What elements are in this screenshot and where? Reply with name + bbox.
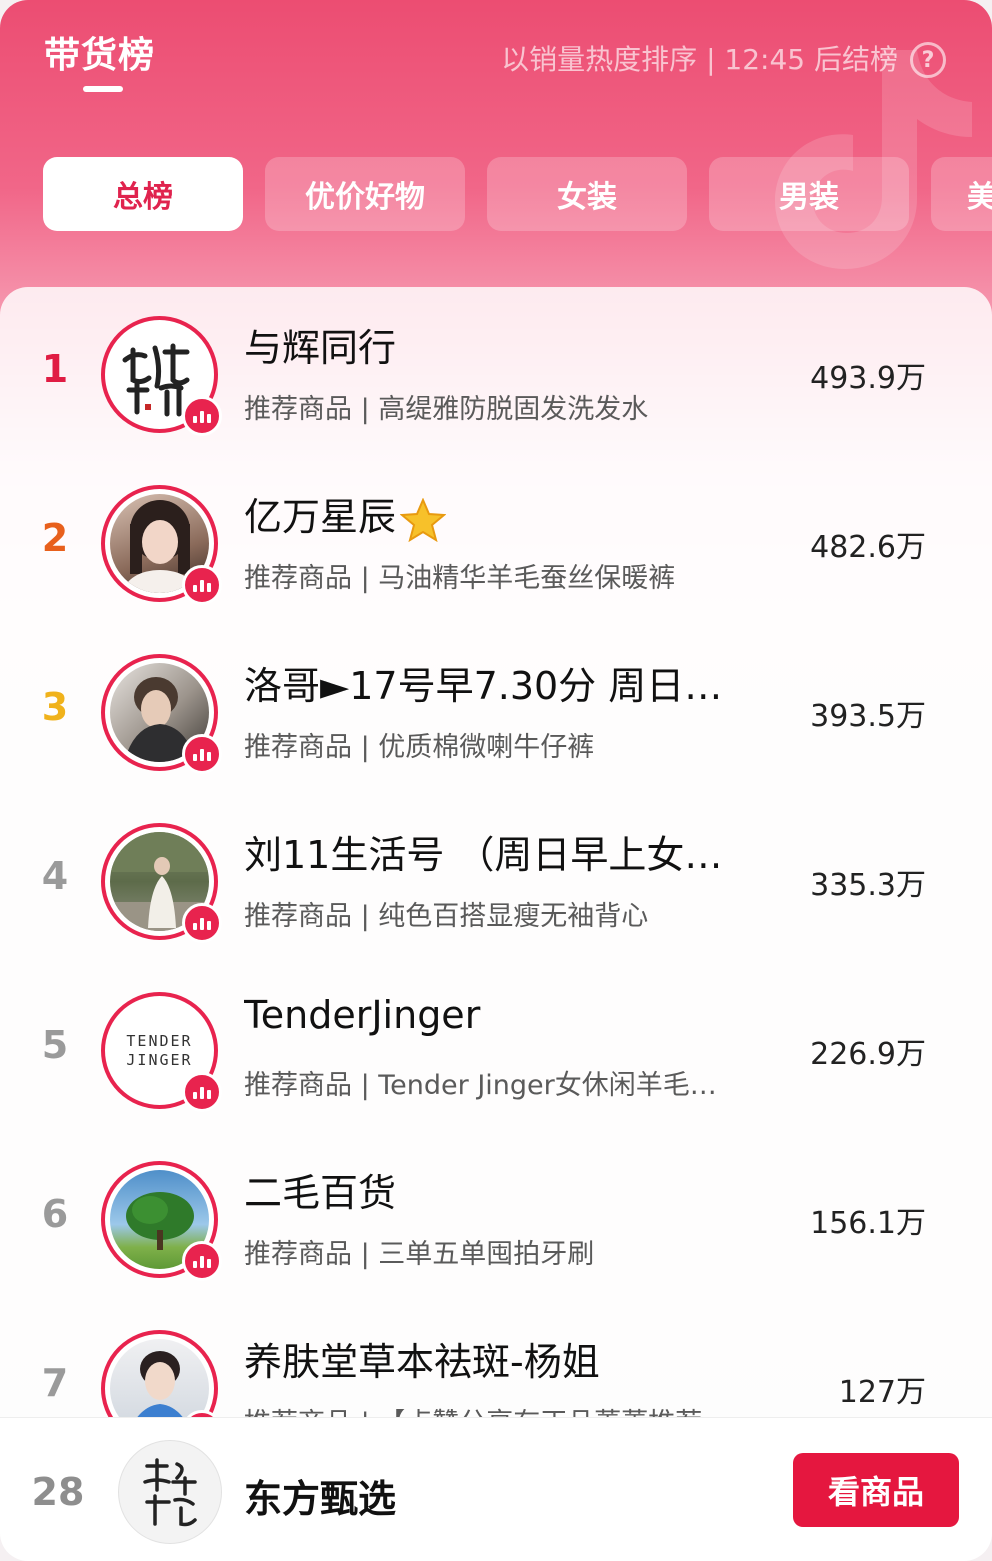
live-indicator-icon	[182, 734, 222, 774]
tab-beauty[interactable]: 美	[931, 157, 992, 231]
streamer-name[interactable]: 养肤堂草本祛斑-杨姐	[244, 1331, 744, 1386]
view-products-button[interactable]: 看商品	[793, 1453, 959, 1527]
sales-value: 493.9万	[810, 361, 926, 396]
ranking-list: 1 与辉同行 推荐商品 | 高缇雅防脱固发洗发水 493.9万 2 亿万星辰 推…	[0, 287, 992, 1417]
tab-value-goods[interactable]: 优价好物	[265, 157, 465, 231]
list-item[interactable]: 2 亿万星辰 推荐商品 | 马油精华羊毛蚕丝保暖裤 482.6万	[0, 456, 992, 625]
page-title: 带货榜	[44, 35, 156, 76]
tab-womens[interactable]: 女装	[487, 157, 687, 231]
recommended-product: 推荐商品 | 高缇雅防脱固发洗发水	[244, 394, 649, 425]
list-item[interactable]: 1 与辉同行 推荐商品 | 高缇雅防脱固发洗发水 493.9万	[0, 287, 992, 456]
rank-number: 2	[41, 516, 69, 560]
sales-value: 393.5万	[810, 699, 926, 734]
streamer-name[interactable]: 亿万星辰	[244, 486, 744, 542]
recommended-product: 推荐商品 | 三单五单囤拍牙刷	[244, 1239, 595, 1270]
avatar[interactable]	[101, 1330, 218, 1417]
live-indicator-icon	[182, 396, 222, 436]
list-item[interactable]: 5 TENDER JINGER TenderJinger 推荐商品 | Tend…	[0, 963, 992, 1132]
my-rank-number: 28	[31, 1470, 85, 1514]
header: 带货榜 以销量热度排序 | 12:45 后结榜 ?	[0, 0, 992, 140]
calligraphy-logo-avatar[interactable]	[118, 1440, 222, 1544]
category-tabs: 总榜 优价好物 女装 男装 美	[0, 157, 992, 231]
tab-mens[interactable]: 男装	[709, 157, 909, 231]
live-indicator-icon	[182, 1241, 222, 1281]
logo-text: TENDER JINGER	[126, 1031, 193, 1069]
recommended-product: 推荐商品 | 马油精华羊毛蚕丝保暖裤	[244, 563, 676, 594]
list-item[interactable]: 6 二毛百货 推荐商品 | 三单五单囤拍牙刷 156.1万	[0, 1132, 992, 1301]
streamer-name[interactable]: 与辉同行	[244, 317, 744, 372]
list-item[interactable]: 4 刘11生活号 （周日早上女… 推荐商品 | 纯色百搭显瘦无袖背心 335.3…	[0, 794, 992, 963]
ranking-rule-text: 以销量热度排序 | 12:45 后结榜	[501, 43, 898, 76]
app-window: 带货榜 以销量热度排序 | 12:45 后结榜 ? 总榜 优价好物 女装 男装 …	[0, 0, 992, 1561]
streamer-name[interactable]: 二毛百货	[244, 1162, 744, 1217]
recommended-product: 推荐商品 | 【点赞分享有正品蕾蕾推荐	[244, 1401, 744, 1417]
title-underline	[83, 86, 123, 92]
recommended-product: 推荐商品 | 纯色百搭显瘦无袖背心	[244, 901, 649, 932]
live-indicator-icon	[182, 903, 222, 943]
streamer-name[interactable]: TenderJinger	[244, 993, 744, 1037]
recommended-product: 推荐商品 | Tender Jinger女休闲羊毛…	[244, 1070, 717, 1101]
list-item[interactable]: 3 洛哥►17号早7.30分 周日… 推荐商品 | 优质棉微喇牛仔裤 393.5…	[0, 625, 992, 794]
rank-number: 1	[41, 347, 69, 391]
my-streamer-name: 东方甄选	[244, 1477, 397, 1521]
question-circle-icon[interactable]: ?	[910, 42, 946, 78]
my-ranking-bar: 28 东方甄选 看商品	[0, 1417, 992, 1561]
rank-number: 7	[41, 1361, 69, 1405]
star-icon	[400, 497, 447, 542]
streamer-name[interactable]: 刘11生活号 （周日早上女…	[244, 824, 744, 879]
sales-value: 156.1万	[810, 1206, 926, 1241]
sales-value: 482.6万	[810, 530, 926, 565]
list-item[interactable]: 7 养肤堂草本祛斑-杨姐 推荐商品 | 【点赞分享有正品蕾蕾推荐 127万	[0, 1301, 992, 1417]
sales-value: 335.3万	[810, 868, 926, 903]
streamer-name[interactable]: 洛哥►17号早7.30分 周日…	[244, 655, 744, 710]
rank-number: 5	[41, 1023, 69, 1067]
rank-number: 3	[41, 685, 69, 729]
rank-number: 4	[41, 854, 69, 898]
tab-overall[interactable]: 总榜	[43, 157, 243, 231]
live-indicator-icon	[182, 565, 222, 605]
portrait-avatar	[110, 1339, 209, 1417]
sales-value: 226.9万	[810, 1037, 926, 1072]
sales-value: 127万	[838, 1375, 926, 1410]
live-indicator-icon	[182, 1072, 222, 1112]
recommended-product: 推荐商品 | 优质棉微喇牛仔裤	[244, 732, 595, 763]
rank-number: 6	[41, 1192, 69, 1236]
